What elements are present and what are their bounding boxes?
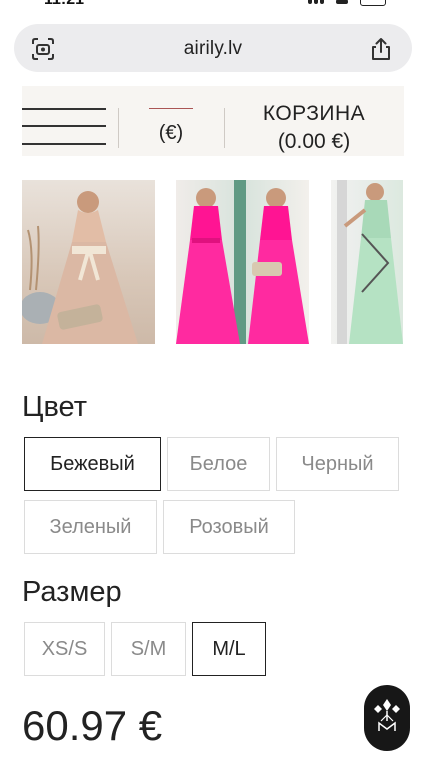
site-header: (€) КОРЗИНА (0.00 €) — [22, 86, 404, 156]
header-divider — [118, 108, 119, 148]
share-icon[interactable] — [368, 36, 394, 62]
size-option-m-l[interactable]: M/L — [192, 622, 266, 676]
cart-total[interactable]: (0.00 €) — [254, 130, 374, 154]
currency-switcher[interactable]: (€) — [144, 122, 198, 145]
color-option-white[interactable]: Белое — [167, 437, 270, 491]
chat-button[interactable] — [364, 685, 410, 751]
product-price: 60.97 € — [22, 702, 163, 749]
currency-underline — [149, 108, 193, 109]
color-option-black[interactable]: Черный — [276, 437, 399, 491]
status-time: 11:21 — [44, 0, 84, 9]
color-label: Цвет — [22, 391, 87, 423]
color-option-green[interactable]: Зеленый — [24, 500, 157, 554]
size-option-xs-s[interactable]: XS/S — [24, 622, 105, 676]
product-thumbnail[interactable] — [22, 180, 155, 344]
browser-url-bar[interactable]: airily.lv — [14, 24, 412, 72]
size-label: Размер — [22, 576, 122, 608]
status-bar: 11:21 — [0, 0, 426, 14]
header-divider — [224, 108, 225, 148]
product-thumbnail[interactable] — [176, 180, 309, 344]
status-icons — [308, 0, 388, 6]
cart-link[interactable]: КОРЗИНА — [254, 102, 374, 126]
color-option-beige[interactable]: Бежевый — [24, 437, 161, 491]
chevron-right-icon[interactable] — [352, 228, 396, 298]
size-option-s-m[interactable]: S/M — [111, 622, 186, 676]
chat-logo-icon — [374, 699, 400, 731]
color-option-pink[interactable]: Розовый — [163, 500, 295, 554]
hamburger-menu-icon[interactable] — [22, 106, 106, 146]
url-text[interactable]: airily.lv — [14, 38, 412, 60]
